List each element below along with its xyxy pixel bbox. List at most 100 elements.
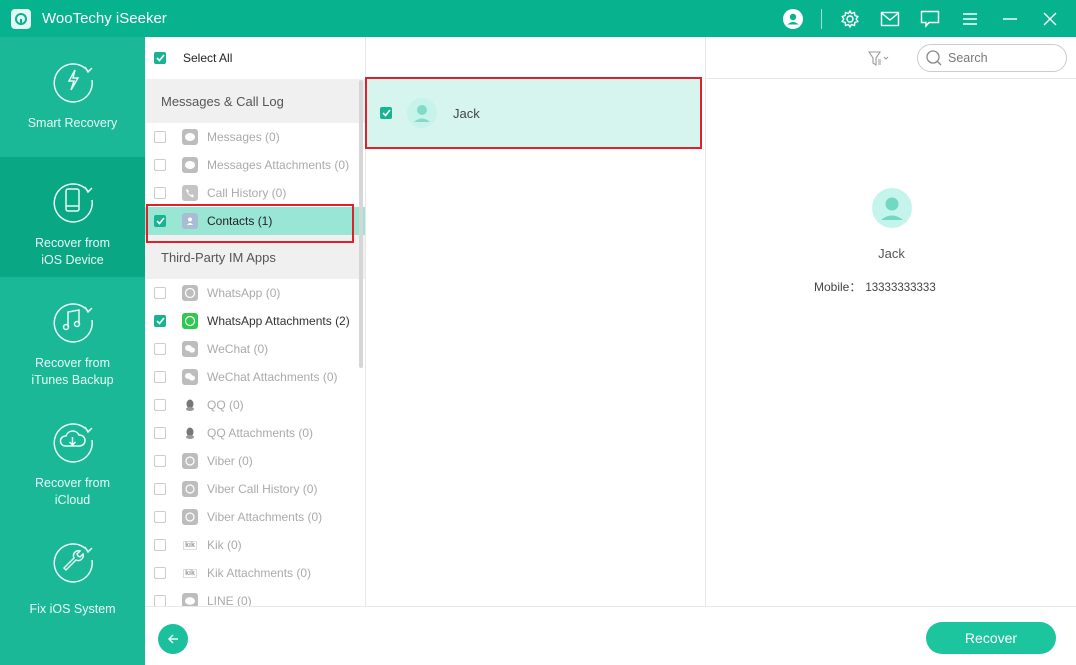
filter-button[interactable] [868, 48, 898, 70]
category-item-label: WeChat Attachments (0) [207, 370, 338, 384]
menu-icon[interactable] [950, 0, 990, 37]
settings-icon[interactable] [830, 0, 870, 37]
select-all-label: Select All [183, 51, 233, 65]
lightning-refresh-icon [53, 63, 93, 103]
search-icon [926, 50, 942, 66]
category-item[interactable]: Messages Attachments (0) [145, 151, 365, 179]
category-item-label: WhatsApp Attachments (2) [207, 314, 350, 328]
category-checkbox[interactable] [154, 399, 166, 411]
category-item[interactable]: Call History (0) [145, 179, 365, 207]
category-checkbox[interactable] [154, 427, 166, 439]
avatar-icon [407, 98, 437, 128]
category-item[interactable]: QQ (0) [145, 391, 365, 419]
category-item[interactable]: Contacts (1) [145, 207, 365, 235]
contact-checkbox[interactable] [380, 107, 392, 119]
wechat-icon [182, 369, 198, 385]
category-checkbox[interactable] [154, 567, 166, 579]
category-item[interactable]: Viber Attachments (0) [145, 503, 365, 531]
sidebar-item-label: Smart Recovery [27, 116, 118, 130]
category-item[interactable]: Viber Call History (0) [145, 475, 365, 503]
category-item[interactable]: WeChat Attachments (0) [145, 363, 365, 391]
category-checkbox[interactable] [154, 511, 166, 523]
close-icon[interactable] [1030, 0, 1070, 37]
sidebar: Smart Recovery Recover from iOS Device Re… [0, 37, 145, 665]
mail-icon[interactable] [870, 0, 910, 37]
category-scrollbar[interactable] [359, 80, 363, 368]
category-checkbox[interactable] [154, 187, 166, 199]
category-checkbox[interactable] [154, 315, 166, 327]
category-panel: Select All Messages & Call Log Messages (… [145, 37, 365, 606]
app-title: WooTechy iSeeker [42, 10, 167, 27]
category-item-label: Messages (0) [207, 130, 280, 144]
item-list-panel: Jack [365, 37, 706, 606]
category-checkbox[interactable] [154, 343, 166, 355]
detail-contact-name: Jack [878, 246, 905, 261]
category-checkbox[interactable] [154, 539, 166, 551]
category-item-label: Viber Call History (0) [207, 482, 318, 496]
category-checkbox[interactable] [154, 159, 166, 171]
category-item[interactable]: kik Kik Attachments (0) [145, 559, 365, 587]
search-input[interactable]: Search [948, 51, 988, 65]
mobile-value: 13333333333 [865, 282, 936, 294]
sidebar-item-recover-itunes-backup[interactable]: Recover from iTunes Backup [0, 277, 145, 397]
arrow-left-icon [167, 634, 178, 644]
select-all-checkbox[interactable] [154, 52, 166, 64]
mobile-label: Mobile： [814, 280, 862, 294]
category-item[interactable]: Messages (0) [145, 123, 365, 151]
contacts-icon [182, 213, 198, 229]
sidebar-item-label: Recover from iTunes Backup [31, 356, 114, 387]
sidebar-item-label: Fix iOS System [29, 602, 116, 616]
viber-icon [182, 509, 198, 525]
category-item-label: LINE (0) [207, 594, 252, 606]
category-checkbox[interactable] [154, 371, 166, 383]
select-all-row[interactable]: Select All [145, 37, 365, 79]
category-item-label: Call History (0) [207, 186, 287, 200]
list-item-contact[interactable]: Jack [366, 78, 702, 148]
detail-panel: Jack Mobile： 13333333333 [707, 79, 1076, 606]
phone-refresh-icon [53, 183, 93, 223]
category-checkbox[interactable] [154, 483, 166, 495]
category-checkbox[interactable] [154, 455, 166, 467]
category-item-label: QQ (0) [207, 398, 244, 412]
qq-icon [182, 397, 198, 413]
category-item[interactable]: WhatsApp Attachments (2) [145, 307, 365, 335]
category-item[interactable]: LINE (0) [145, 587, 365, 606]
category-item[interactable]: Viber (0) [145, 447, 365, 475]
phone-icon [182, 185, 198, 201]
category-checkbox[interactable] [154, 287, 166, 299]
account-icon[interactable] [773, 0, 813, 37]
viber-icon [182, 481, 198, 497]
cloud-download-refresh-icon [53, 423, 93, 463]
category-item[interactable]: QQ Attachments (0) [145, 419, 365, 447]
sidebar-item-smart-recovery[interactable]: Smart Recovery [0, 37, 145, 157]
sidebar-item-recover-icloud[interactable]: Recover from iCloud [0, 397, 145, 517]
viber-icon [182, 453, 198, 469]
category-item[interactable]: WeChat (0) [145, 335, 365, 363]
music-refresh-icon [53, 303, 93, 343]
category-checkbox[interactable] [154, 131, 166, 143]
wrench-refresh-icon [53, 543, 93, 583]
category-item-label: Viber Attachments (0) [207, 510, 323, 524]
kik-icon: kik [182, 537, 198, 553]
title-bar: WooTechy iSeeker [0, 0, 1076, 37]
back-button[interactable] [158, 624, 188, 654]
feedback-icon[interactable] [910, 0, 950, 37]
recover-button[interactable]: Recover [926, 622, 1056, 654]
search-box[interactable]: Search [917, 44, 1067, 72]
footer-bar: Recover [145, 606, 1076, 665]
category-item-label: Messages Attachments (0) [207, 158, 350, 172]
category-item-label: Kik Attachments (0) [207, 566, 312, 580]
sidebar-item-fix-ios-system[interactable]: Fix iOS System [0, 517, 145, 637]
detail-mobile: Mobile： 13333333333 [814, 278, 936, 295]
whatsapp-icon [182, 285, 198, 301]
minimize-icon[interactable] [990, 0, 1030, 37]
contact-name: Jack [453, 105, 480, 121]
category-checkbox[interactable] [154, 595, 166, 606]
message-bubble-icon [182, 129, 198, 145]
qq-icon [182, 425, 198, 441]
sidebar-item-recover-ios-device[interactable]: Recover from iOS Device [0, 157, 145, 277]
category-item-label: Kik (0) [207, 538, 242, 552]
category-item[interactable]: kik Kik (0) [145, 531, 365, 559]
category-item[interactable]: WhatsApp (0) [145, 279, 365, 307]
category-checkbox[interactable] [154, 215, 166, 227]
